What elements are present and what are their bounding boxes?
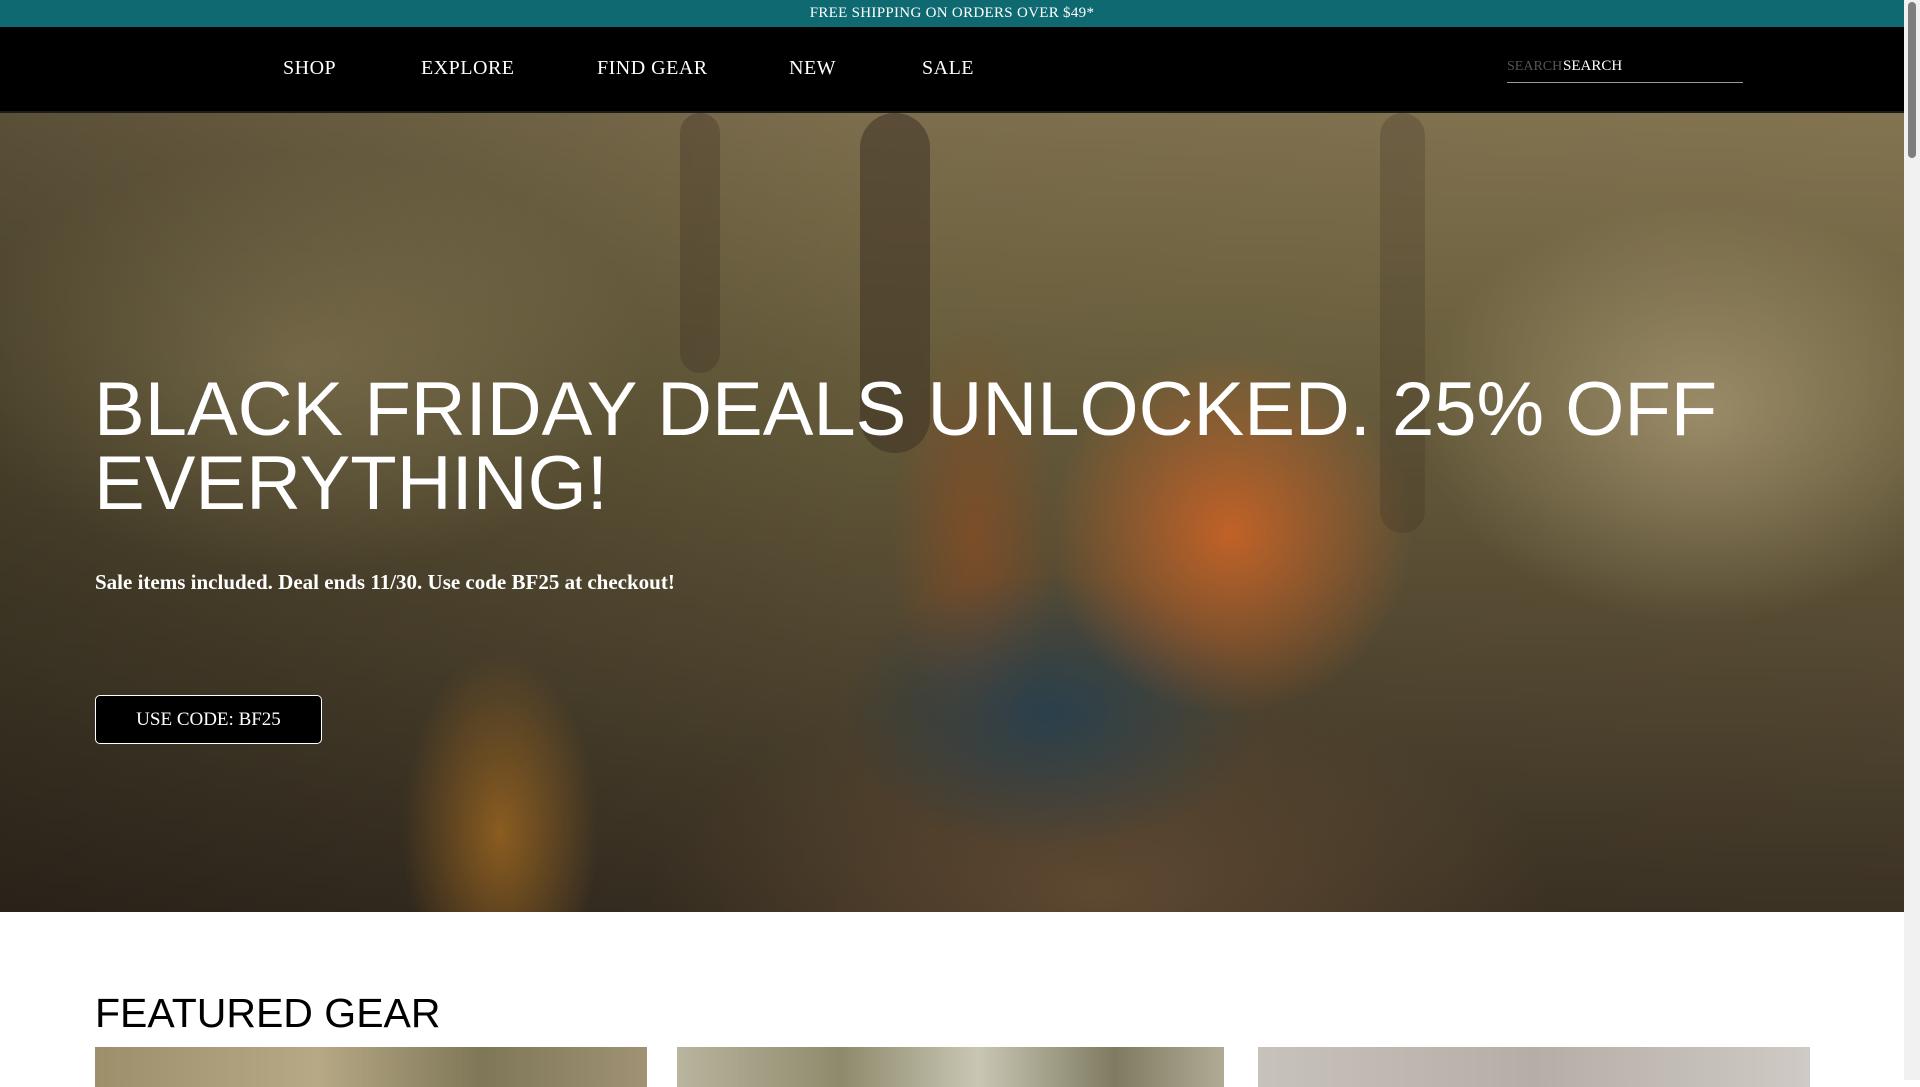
scrollbar-thumb[interactable] (1908, 2, 1916, 158)
nav-shop[interactable]: SHOP (283, 57, 336, 80)
use-code-button[interactable]: USE CODE: BF25 (95, 695, 322, 744)
site-header: SHOP EXPLORE FIND GEAR NEW SALE SEARCH (0, 27, 1904, 113)
search-box: SEARCH (1507, 52, 1743, 83)
hero-banner: BLACK FRIDAY DEALS UNLOCKED. 25% OFF EVE… (0, 113, 1904, 912)
nav-explore[interactable]: EXPLORE (421, 57, 515, 80)
featured-product-card[interactable] (95, 1047, 647, 1087)
nav-find-gear[interactable]: FIND GEAR (597, 57, 708, 80)
search-input[interactable] (1563, 54, 1739, 78)
hero-title: BLACK FRIDAY DEALS UNLOCKED. 25% OFF EVE… (94, 367, 1718, 526)
promo-banner: FREE SHIPPING ON ORDERS OVER $49* (0, 0, 1904, 27)
hero-subtitle: Sale items included. Deal ends 11/30. Us… (95, 570, 675, 594)
featured-product-card[interactable] (677, 1047, 1224, 1087)
page-scrollbar[interactable] (1904, 0, 1920, 1080)
nav-sale[interactable]: SALE (922, 57, 974, 80)
nav-new[interactable]: NEW (789, 57, 836, 80)
featured-product-card[interactable] (1258, 1047, 1810, 1087)
promo-text: FREE SHIPPING ON ORDERS OVER $49* (809, 5, 1095, 21)
search-label: SEARCH (1507, 59, 1563, 74)
featured-gear-heading: FEATURED GEAR (95, 990, 441, 1036)
